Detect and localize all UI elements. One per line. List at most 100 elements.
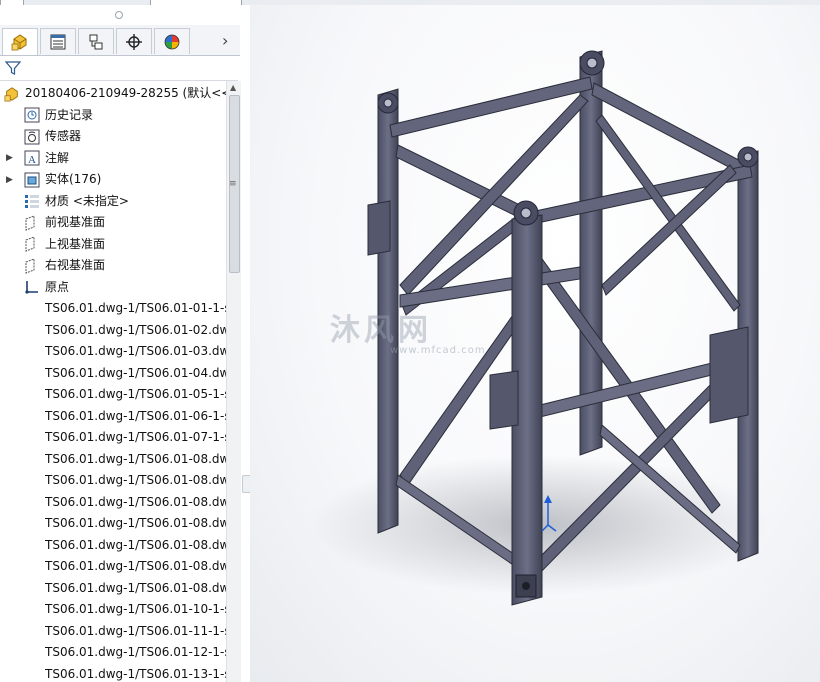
part-icon (24, 301, 40, 317)
part-icon (24, 344, 40, 360)
part-icon (24, 645, 40, 661)
part-icon (24, 408, 40, 424)
part-icon (24, 623, 40, 639)
tab-feature-manager[interactable] (2, 28, 38, 55)
tree-item-label: TS06.01.dwg-1/TS06.01-13-1-sc (45, 666, 226, 681)
tree-item-label: TS06.01.dwg-1/TS06.01-08.dwg (45, 451, 226, 466)
plane-icon (24, 236, 40, 252)
tree-item[interactable]: 传感器 (0, 126, 226, 147)
tab-property-manager[interactable] (40, 28, 76, 54)
tree-part-item[interactable]: TS06.01.dwg-1/TS06.01-02.dwg (0, 320, 226, 341)
tree-part-item[interactable]: TS06.01.dwg-1/TS06.01-12-1-sc (0, 642, 226, 663)
sensor-icon (24, 129, 40, 145)
tree-scrollbar[interactable]: ▲ ≡ (226, 81, 241, 682)
tree-part-item[interactable]: TS06.01.dwg-1/TS06.01-04.dwg (0, 363, 226, 384)
panel-collapse-handle[interactable] (0, 5, 240, 25)
scroll-up-arrow-icon[interactable]: ▲ (230, 83, 236, 92)
tree-part-item[interactable]: TS06.01.dwg-1/TS06.01-08.dwg (0, 556, 226, 577)
tree-part-item[interactable]: TS06.01.dwg-1/TS06.01-08.dwg (0, 513, 226, 534)
history-icon (24, 107, 40, 123)
tree-item-label: TS06.01.dwg-1/TS06.01-04.dwg (45, 365, 226, 380)
crosshair-icon (126, 33, 142, 50)
tree-item-label: 实体(176) (45, 172, 102, 186)
tree-item-label: TS06.01.dwg-1/TS06.01-08.dwg (45, 580, 226, 595)
part-icon (24, 666, 40, 681)
tree-item-label: TS06.01.dwg-1/TS06.01-08.dwg (45, 494, 226, 509)
part-icon (24, 494, 40, 510)
tree-item[interactable]: 前视基准面 (0, 212, 226, 233)
feature-manager-panel: › 20180406-210949-28255 (默认<<默 历史记录 传感器 ▶ A 注… (0, 5, 242, 682)
tree-part-item[interactable]: TS06.01.dwg-1/TS06.01-10-1-sc (0, 599, 226, 620)
part-icon (24, 537, 40, 553)
tree-part-item[interactable]: TS06.01.dwg-1/TS06.01-13-1-sc (0, 664, 226, 682)
part-icon (24, 365, 40, 381)
material-icon (24, 193, 40, 209)
filter-icon[interactable] (5, 60, 21, 76)
tree-part-item[interactable]: TS06.01.dwg-1/TS06.01-08.dwg (0, 470, 226, 491)
tree-part-item[interactable]: TS06.01.dwg-1/TS06.01-07-1-sc (0, 427, 226, 448)
annotation-icon: A (24, 150, 40, 166)
expand-arrow-icon[interactable]: ▶ (6, 153, 13, 163)
configuration-icon (89, 34, 103, 49)
chevron-right-icon[interactable]: › (222, 31, 228, 50)
tree-item-label: TS06.01.dwg-1/TS06.01-08.dwg (45, 473, 226, 487)
tree-part-item[interactable]: TS06.01.dwg-1/TS06.01-11-1-sc (0, 621, 226, 642)
tree-item-label: TS06.01.dwg-1/TS06.01-11-1-sc (45, 623, 226, 638)
part-icon (24, 451, 40, 467)
tree-part-item[interactable]: TS06.01.dwg-1/TS06.01-08.dwg (0, 492, 226, 513)
tree-part-item[interactable]: TS06.01.dwg-1/TS06.01-03.dwg (0, 341, 226, 362)
manager-tabs: › (0, 25, 240, 56)
part-icon (24, 602, 40, 618)
tree-item[interactable]: 原点 (0, 277, 226, 298)
graphics-viewport[interactable]: 沐风网 www.mfcad.com (250, 5, 820, 682)
part-icon (24, 322, 40, 338)
tree-item[interactable]: 上视基准面 (0, 234, 226, 255)
tab-configuration-manager[interactable] (78, 28, 114, 54)
tree-part-item[interactable]: TS06.01.dwg-1/TS06.01-05-1-sc (0, 384, 226, 405)
scrollbar-grip-icon: ≡ (229, 179, 237, 189)
tree-item-label: 历史记录 (45, 107, 94, 122)
part-icon (24, 387, 40, 403)
tree-root-item[interactable]: 20180406-210949-28255 (默认<<默 (0, 83, 226, 104)
svg-text:A: A (28, 154, 36, 166)
tree-item-label: TS06.01.dwg-1/TS06.01-05-1-sc (45, 387, 226, 401)
part-icon (24, 516, 40, 532)
part-icon (24, 559, 40, 575)
part-icon (24, 473, 40, 489)
tree-part-item[interactable]: TS06.01.dwg-1/TS06.01-08.dwg (0, 535, 226, 556)
solid-bodies-icon (24, 172, 40, 188)
tree-item[interactable]: ▶ A 注解 (0, 148, 226, 169)
tree-item[interactable]: 材质 <未指定> (0, 191, 226, 212)
tree-item-label: TS06.01.dwg-1/TS06.01-06-1-sc (45, 408, 226, 423)
tree-item[interactable]: 历史记录 (0, 105, 226, 126)
part-icon (24, 580, 40, 596)
tree-part-item[interactable]: TS06.01.dwg-1/TS06.01-08.dwg (0, 449, 226, 470)
tab-dimxpert-manager[interactable] (116, 28, 152, 54)
tree-item[interactable]: 右视基准面 (0, 255, 226, 276)
property-list-icon (50, 34, 66, 49)
tree-item-label: 右视基准面 (45, 258, 106, 272)
assembly-icon (4, 86, 20, 102)
watermark-url: www.mfcad.com (390, 345, 486, 356)
tree-item-label: 材质 <未指定> (45, 193, 129, 208)
tree-item-label: TS06.01.dwg-1/TS06.01-07-1-sc (45, 430, 226, 444)
tree-item-label: TS06.01.dwg-1/TS06.01-08.dwg (45, 537, 226, 552)
tree-part-item[interactable]: TS06.01.dwg-1/TS06.01-08.dwg (0, 578, 226, 599)
tree-item-label: TS06.01.dwg-1/TS06.01-08.dwg (45, 516, 226, 530)
filter-bar[interactable] (0, 56, 238, 81)
panel-splitter[interactable] (241, 5, 251, 682)
part-icon (24, 430, 40, 446)
tree-item-label: TS06.01.dwg-1/TS06.01-02.dwg (45, 322, 226, 337)
tree-part-item[interactable]: TS06.01.dwg-1/TS06.01-01-1-sc (0, 298, 226, 319)
tree-item[interactable]: ▶ 实体(176) (0, 169, 226, 190)
plane-icon (24, 214, 40, 231)
tree-item-label: 传感器 (45, 129, 82, 143)
expand-arrow-icon[interactable]: ▶ (6, 175, 13, 185)
tab-display-manager[interactable] (154, 28, 190, 54)
assembly-icon (11, 34, 27, 51)
tree-item-label: 上视基准面 (45, 236, 106, 251)
tree-item-label: TS06.01.dwg-1/TS06.01-01-1-sc (45, 301, 226, 315)
color-wheel-icon (164, 34, 180, 49)
tree-item-label: 前视基准面 (45, 215, 106, 229)
tree-part-item[interactable]: TS06.01.dwg-1/TS06.01-06-1-sc (0, 406, 226, 427)
